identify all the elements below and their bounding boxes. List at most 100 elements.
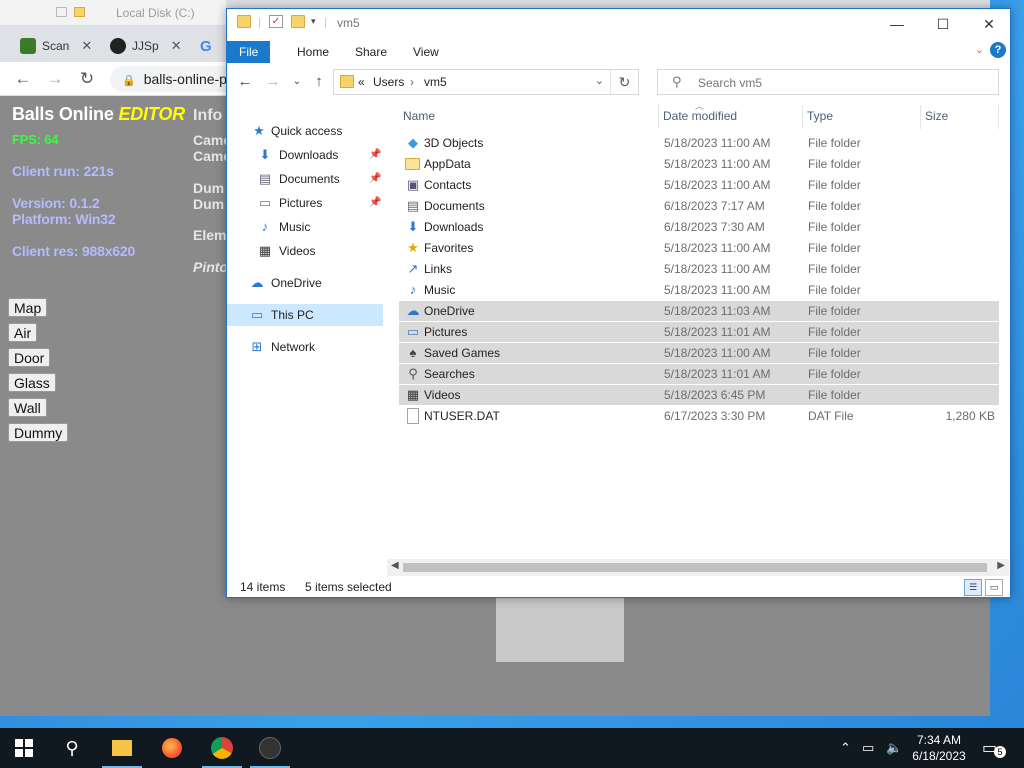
expand-ribbon-icon[interactable]: ⌄	[975, 43, 984, 56]
file-row-downloads[interactable]: ⬇ Downloads 6/18/2023 7:30 AM File folde…	[399, 217, 999, 237]
scrollbar-thumb[interactable]	[403, 563, 987, 572]
column-type[interactable]: Type	[803, 105, 921, 129]
forward-icon[interactable]: →	[44, 68, 66, 90]
address-bar[interactable]: « Users › vm5 ⌄ ↻	[333, 69, 639, 95]
start-button[interactable]	[0, 728, 48, 768]
nav-label: Network	[271, 340, 316, 354]
browser-tab-scan[interactable]: Scan ✕	[20, 30, 92, 62]
breadcrumb-separator-icon[interactable]: ›	[410, 75, 414, 89]
clock-date: 6/18/2023	[912, 749, 966, 763]
jjsp-favicon-icon	[110, 38, 126, 54]
file-row-music[interactable]: ♪ Music 5/18/2023 11:00 AM File folder	[399, 280, 999, 300]
file-row-favorites[interactable]: ★ Favorites 5/18/2023 11:00 AM File fold…	[399, 238, 999, 258]
background-explorer-titlebar[interactable]: Local Disk (C:)	[0, 0, 226, 26]
file-row-documents[interactable]: ▤ Documents 6/18/2023 7:17 AM File folde…	[399, 196, 999, 216]
column-size[interactable]: Size	[921, 105, 999, 129]
file-date: 5/18/2023 6:45 PM	[664, 388, 766, 402]
breadcrumb-users[interactable]: Users	[373, 75, 404, 89]
file-explorer-taskbar-icon[interactable]	[98, 728, 146, 768]
tool-air-button[interactable]: Air	[8, 323, 38, 342]
breadcrumb-overflow[interactable]: «	[358, 75, 365, 89]
tab-home[interactable]: Home	[285, 41, 341, 63]
file-type: File folder	[808, 220, 861, 234]
refresh-icon[interactable]: ↻	[610, 70, 638, 94]
column-date-modified[interactable]: Date modified	[659, 105, 803, 129]
selected-count: 5 items selected	[305, 580, 392, 594]
pin-icon[interactable]: 📌	[369, 168, 381, 190]
notifications-button[interactable]: ▭ 5	[982, 738, 1006, 758]
file-row-searches[interactable]: ⚲ Searches 5/18/2023 11:01 AM File folde…	[399, 364, 999, 384]
file-row-onedrive[interactable]: ☁ OneDrive 5/18/2023 11:03 AM File folde…	[399, 301, 999, 321]
folder-icon	[340, 75, 354, 88]
tool-door-button[interactable]: Door	[8, 348, 51, 367]
browser-tab-google[interactable]: G	[200, 30, 212, 62]
title-bar[interactable]: | ✓ ▾ | vm5 — ☐ ✕	[227, 9, 1010, 39]
file-row-3d-objects[interactable]: ◆ 3D Objects 5/18/2023 11:00 AM File fol…	[399, 133, 999, 153]
horizontal-scrollbar[interactable]: ◀ ▶	[387, 559, 1009, 576]
help-icon[interactable]: ?	[990, 42, 1006, 58]
tool-map-button[interactable]: Map	[8, 298, 48, 317]
nav-this-pc[interactable]: ▭ This PC	[227, 304, 383, 326]
tool-glass-button[interactable]: Glass	[8, 373, 56, 392]
file-row-appdata[interactable]: AppData 5/18/2023 11:00 AM File folder	[399, 154, 999, 174]
scroll-left-icon[interactable]: ◀	[391, 560, 399, 571]
back-icon[interactable]: ←	[12, 68, 34, 90]
browser-tab-jjsp[interactable]: JJSp ✕	[110, 30, 182, 62]
file-row-saved-games[interactable]: ♠ Saved Games 5/18/2023 11:00 AM File fo…	[399, 343, 999, 363]
forward-icon[interactable]: →	[263, 71, 283, 93]
tool-dummy-button[interactable]: Dummy	[8, 423, 69, 442]
scroll-right-icon[interactable]: ▶	[997, 560, 1005, 571]
address-dropdown-icon[interactable]: ⌄	[595, 74, 604, 87]
details-view-icon[interactable]: ☰	[964, 579, 982, 596]
network-status-icon[interactable]: ▭	[862, 740, 874, 756]
tab-file[interactable]: File	[227, 41, 271, 63]
maximize-icon[interactable]: ☐	[920, 9, 966, 39]
close-icon[interactable]: ✕	[966, 9, 1012, 39]
nav-onedrive[interactable]: ☁ OneDrive	[227, 272, 383, 294]
chrome-taskbar-icon[interactable]	[198, 728, 246, 768]
pin-icon[interactable]: 📌	[369, 192, 381, 214]
close-tab-icon[interactable]: ✕	[81, 38, 92, 54]
close-tab-icon[interactable]: ✕	[171, 38, 182, 54]
app-taskbar-icon[interactable]	[246, 728, 294, 768]
large-icons-view-icon[interactable]: ▭	[985, 579, 1003, 596]
search-input[interactable]: ⚲ Search vm5	[657, 69, 999, 95]
platform: Platform: Win32	[12, 211, 116, 227]
tab-view[interactable]: View	[401, 41, 451, 63]
file-list: ◆ 3D Objects 5/18/2023 11:00 AM File fol…	[399, 133, 999, 433]
pin-icon[interactable]: 📌	[369, 144, 381, 166]
file-row-ntuser-dat[interactable]: NTUSER.DAT 6/17/2023 3:30 PM DAT File 1,…	[399, 406, 999, 426]
tab-share[interactable]: Share	[343, 41, 399, 63]
up-icon[interactable]: ↑	[309, 71, 329, 93]
tool-wall-button[interactable]: Wall	[8, 398, 47, 417]
nav-quick-access[interactable]: ★ Quick access	[227, 120, 383, 142]
nav-downloads[interactable]: ⬇ Downloads 📌	[227, 144, 383, 166]
firefox-taskbar-icon[interactable]	[148, 728, 196, 768]
back-icon[interactable]: ←	[235, 71, 255, 93]
file-type: File folder	[808, 178, 861, 192]
show-hidden-icons-icon[interactable]: ⌃	[840, 740, 851, 756]
file-row-pictures[interactable]: ▭ Pictures 5/18/2023 11:01 AM File folde…	[399, 322, 999, 342]
star-icon: ★	[253, 123, 265, 138]
customize-quick-access-icon[interactable]: ▾	[311, 16, 316, 27]
file-row-contacts[interactable]: ▣ Contacts 5/18/2023 11:00 AM File folde…	[399, 175, 999, 195]
nav-documents[interactable]: ▤ Documents 📌	[227, 168, 383, 190]
minimize-icon[interactable]: —	[874, 9, 920, 39]
new-folder-icon[interactable]	[291, 15, 305, 28]
file-row-videos[interactable]: ▦ Videos 5/18/2023 6:45 PM File folder	[399, 385, 999, 405]
file-row-links[interactable]: ↗ Links 5/18/2023 11:00 AM File folder	[399, 259, 999, 279]
breadcrumb-vm5[interactable]: vm5	[424, 75, 447, 89]
column-name[interactable]: Name	[399, 105, 659, 129]
nav-videos[interactable]: ▦ Videos	[227, 240, 383, 262]
recent-locations-icon[interactable]: ⌄	[287, 71, 307, 93]
clock[interactable]: 7:34 AM 6/18/2023	[904, 732, 974, 764]
reload-icon[interactable]: ↻	[76, 68, 98, 90]
game-title-text: Balls Online	[12, 104, 114, 124]
ribbon-tabs: File Home Share View ⌄ ?	[227, 39, 1010, 63]
volume-muted-icon[interactable]: 🔈	[886, 740, 902, 756]
nav-network[interactable]: ⊞ Network	[227, 336, 383, 358]
nav-pictures[interactable]: ▭ Pictures 📌	[227, 192, 383, 214]
properties-icon[interactable]: ✓	[269, 15, 283, 28]
search-taskbar-icon[interactable]: ⚲	[48, 728, 96, 768]
nav-music[interactable]: ♪ Music	[227, 216, 383, 238]
